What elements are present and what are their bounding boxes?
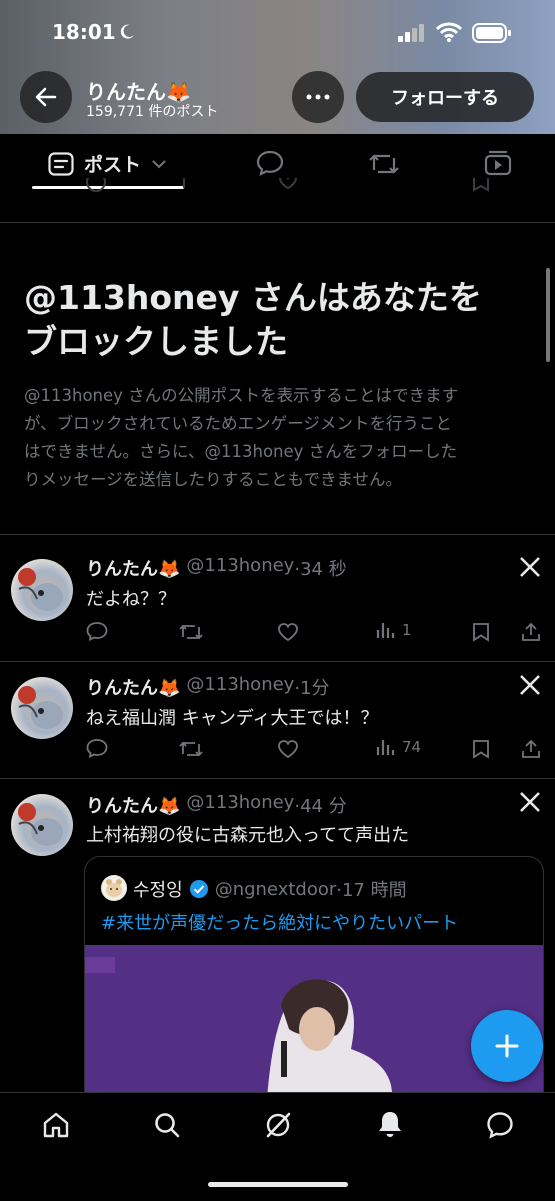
views-value: 74 xyxy=(402,738,422,756)
tweet-header: りんたん🦊 @113honey ·34 秒 xyxy=(86,555,347,581)
tab-posts[interactable]: ポスト xyxy=(48,150,167,177)
previous-tweet-action-icons xyxy=(86,178,489,192)
tab-media-icon[interactable] xyxy=(484,150,512,176)
tweet-handle[interactable]: @113honey xyxy=(186,792,294,818)
quoted-time: ·17 時間 xyxy=(336,880,407,901)
tweet-text: ねえ福山潤 キャンディ大王では！？ xyxy=(86,708,379,729)
quoted-handle: @ngnextdoor xyxy=(214,878,337,900)
repost-icon[interactable] xyxy=(178,740,204,758)
avatar[interactable] xyxy=(11,677,73,739)
tweet-time: ·34 秒 xyxy=(294,559,347,580)
tweet[interactable]: りんたん🦊 @113honey ·1分 ねえ福山潤 キャンディ大王では！？ 74 xyxy=(0,662,555,778)
quoted-tweet[interactable]: 수정잉 @ngnextdoor ·17 時間 #来世が声優だったら絶対にやりたい… xyxy=(84,856,544,1118)
blocked-notice-title: @113honey さんはあなたを ブロックしました xyxy=(24,276,524,364)
battery-icon xyxy=(472,23,511,43)
notifications-bell-icon[interactable] xyxy=(376,1109,404,1139)
share-icon[interactable] xyxy=(520,738,542,760)
avatar[interactable] xyxy=(11,794,73,856)
blocked-notice-description: @113honey さんの公開ポストを表示することはできます が、ブロックされて… xyxy=(24,382,534,494)
chevron-down-icon xyxy=(152,159,166,168)
like-icon[interactable] xyxy=(277,739,299,759)
tweet-handle[interactable]: @113honey xyxy=(186,674,294,700)
blocked-desc-line: はできません。さらに、@113honey さんをフォローした xyxy=(24,442,458,461)
tweet-author-name[interactable]: りんたん🦊 xyxy=(86,792,180,818)
tweet-time: ·44 分 xyxy=(294,796,347,817)
plus-icon xyxy=(495,1034,519,1058)
reply-icon[interactable] xyxy=(86,738,108,758)
header-post-count: 159,771 件のポスト xyxy=(86,104,219,120)
quoted-avatar[interactable] xyxy=(101,875,127,901)
arrow-left-icon xyxy=(35,87,57,107)
back-button[interactable] xyxy=(20,71,72,123)
avatar-image xyxy=(18,803,63,846)
tab-replies-icon[interactable] xyxy=(256,150,284,176)
messages-icon[interactable] xyxy=(486,1111,514,1139)
x-logo-icon xyxy=(520,675,540,695)
blocked-desc-line: が、ブロックされているためエンゲージメントを行うこと xyxy=(24,414,452,433)
tweet-text: だよね？？ xyxy=(86,589,176,610)
tweet-time: ·1分 xyxy=(294,678,330,699)
tweet-author-name[interactable]: りんたん🦊 xyxy=(86,555,180,581)
quoted-author-name: 수정잉 xyxy=(133,880,183,901)
tweet-handle[interactable]: @113honey xyxy=(186,555,294,581)
moon-icon xyxy=(120,24,134,39)
tweet-author-name[interactable]: りんたん🦊 xyxy=(86,674,180,700)
blocked-desc-line: @113honey さんの公開ポストを表示することはできます xyxy=(24,386,459,405)
search-icon[interactable] xyxy=(153,1111,181,1139)
blocked-notice-title-line1: @113honey さんはあなたを xyxy=(24,278,482,317)
views-value: 1 xyxy=(402,621,412,639)
tweet[interactable]: りんたん🦊 @113honey ·34 秒 だよね？？ 1 xyxy=(0,535,555,661)
views-count[interactable]: 1 xyxy=(376,621,412,639)
more-options-button[interactable] xyxy=(292,71,344,123)
tweet-header: りんたん🦊 @113honey ·44 分 xyxy=(86,792,347,818)
home-indicator xyxy=(208,1182,348,1187)
repost-icon[interactable] xyxy=(178,623,204,641)
avatar[interactable] xyxy=(11,559,73,621)
quoted-header: 수정잉 @ngnextdoor ·17 時間 xyxy=(133,876,407,902)
bookmark-icon[interactable] xyxy=(472,739,490,759)
share-icon[interactable] xyxy=(520,621,542,643)
bookmark-icon[interactable] xyxy=(472,622,490,642)
status-bar: 18:01 xyxy=(0,0,555,64)
scrollbar[interactable] xyxy=(546,268,550,362)
divider xyxy=(0,222,555,223)
blocked-desc-line: りメッセージを送信したりすることもできません。 xyxy=(24,470,403,489)
views-icon xyxy=(376,740,395,755)
previous-tweet-actions xyxy=(84,178,534,198)
posts-tab-icon xyxy=(48,151,74,176)
avatar-image xyxy=(18,568,63,611)
signal-icon xyxy=(398,24,424,42)
status-time: 18:01 xyxy=(52,20,116,44)
home-icon[interactable] xyxy=(42,1111,70,1139)
tweet-header: りんたん🦊 @113honey ·1分 xyxy=(86,674,330,700)
quoted-hashtag[interactable]: #来世が声優だったら絶対にやりたいパート xyxy=(101,909,458,935)
verified-badge-icon xyxy=(189,880,208,898)
tab-reposts-icon[interactable] xyxy=(368,152,400,176)
tweet-text: 上村祐翔の役に古森元也入ってて声出た xyxy=(86,825,410,846)
tab-posts-label: ポスト xyxy=(84,154,142,176)
x-logo-icon xyxy=(520,557,540,577)
views-count[interactable]: 74 xyxy=(376,738,421,756)
more-dots-icon xyxy=(306,94,330,100)
compose-post-button[interactable] xyxy=(471,1010,543,1082)
grok-icon[interactable] xyxy=(264,1111,292,1139)
blocked-notice-title-line2: ブロックしました xyxy=(24,322,288,361)
views-icon xyxy=(376,623,395,638)
avatar-image xyxy=(18,686,63,729)
like-icon[interactable] xyxy=(277,622,299,642)
wifi-icon xyxy=(436,22,462,42)
quoted-avatar-image xyxy=(106,879,122,897)
x-logo-icon xyxy=(520,792,540,812)
reply-icon[interactable] xyxy=(86,621,108,641)
follow-button[interactable]: フォローする xyxy=(356,72,534,122)
